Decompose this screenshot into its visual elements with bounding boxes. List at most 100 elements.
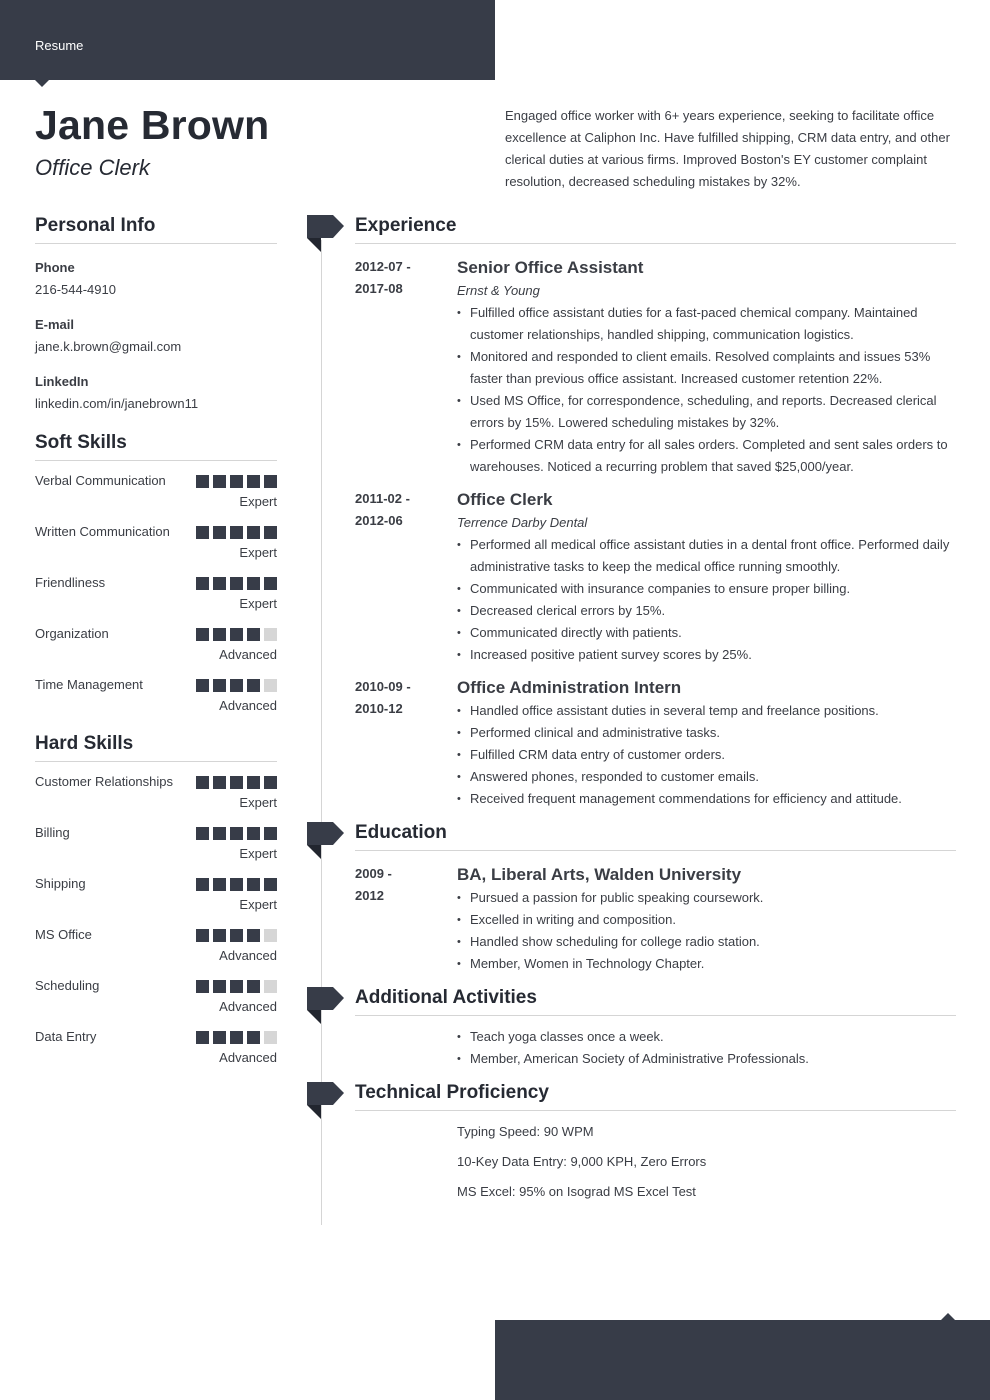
date-end: 2012-06 [355,513,403,528]
rating-square-filled-icon [264,878,277,891]
rating-square-filled-icon [196,1031,209,1044]
skill-rating [196,878,277,891]
skill-rating [196,628,277,641]
rating-square-filled-icon [247,628,260,641]
skill-level: Expert [239,494,277,509]
experience-section: Experience 2012-07 - 2017-08 Senior Office… [355,215,956,810]
rating-square-filled-icon [196,827,209,840]
bullet-item: Monitored and responded to client emails… [457,346,956,390]
education-entry: 2009 - 2012 BA, Liberal Arts, Walden Unive… [355,863,956,975]
skill-rating [196,679,277,692]
skill-name: Written Communication [35,524,170,539]
skill-item: Billing Expert [35,822,277,864]
info-label: E-mail [35,317,75,332]
education-section: Education 2009 - 2012 BA, Liberal Arts, Wa… [355,822,956,975]
header-bar: Resume [0,0,495,87]
education-bullets: Pursued a passion for public speaking co… [457,887,956,975]
profile-summary: Engaged office worker with 6+ years expe… [505,108,950,189]
rating-square-filled-icon [247,878,260,891]
activity-item: Teach yoga classes once a week. [457,1026,956,1048]
hard-skills-list: Customer Relationships Expert Billing Exper… [35,771,277,1068]
candidate-title: Office Clerk [35,155,150,180]
bullet-item: Excelled in writing and composition. [457,909,956,931]
education-title: Education [355,822,956,851]
rating-square-filled-icon [247,679,260,692]
rating-square-filled-icon [264,526,277,539]
rating-square-filled-icon [264,827,277,840]
experience-entry: 2012-07 - 2017-08 Senior Office Assistant E… [355,256,956,478]
rating-square-filled-icon [264,577,277,590]
bullet-item: Communicated with insurance companies to… [457,578,956,600]
skill-item: Data Entry Advanced [35,1026,277,1068]
experience-entry: 2011-02 - 2012-06 Office Clerk Terrence Dar… [355,488,956,666]
bullet-item: Handled show scheduling for college radi… [457,931,956,953]
section-flag-icon [307,215,344,252]
skill-item: Organization Advanced [35,623,277,665]
skill-name: Time Management [35,677,143,692]
linkedin-value: linkedin.com/in/janebrown11 [35,396,199,411]
rating-square-filled-icon [213,577,226,590]
rating-square-filled-icon [213,878,226,891]
responsibilities-list: Fulfilled office assistant duties for a … [457,302,956,478]
bullet-item: Answered phones, responded to customer e… [457,766,956,788]
entry-date: 2009 - 2012 [355,863,445,907]
entry-date: 2010-09 - 2010-12 [355,676,445,720]
responsibilities-list: Performed all medical office assistant d… [457,534,956,666]
rating-square-filled-icon [213,827,226,840]
email-value: jane.k.brown@gmail.com [35,339,182,354]
activities-entry: Teach yoga classes once a week.Member, A… [355,1026,956,1070]
info-label: LinkedIn [35,374,89,389]
rating-square-filled-icon [196,980,209,993]
section-flag-icon [307,822,344,859]
technical-list: Typing Speed: 90 WPM 10-Key Data Entry: 9… [355,1121,956,1203]
left-column: Personal Info Phone 216-544-4910 E-mail … [35,215,277,1068]
soft-skills-section: Soft Skills Verbal Communication Expert Wr… [35,432,277,716]
rating-square-filled-icon [230,679,243,692]
rating-square-empty-icon [264,929,277,942]
skill-level: Advanced [219,948,277,963]
rating-square-filled-icon [230,1031,243,1044]
rating-square-filled-icon [230,475,243,488]
skill-name: Customer Relationships [35,774,174,789]
entry-date: 2012-07 - 2017-08 [355,256,445,300]
phone-value: 216-544-4910 [35,282,116,297]
bullet-item: Fulfilled office assistant duties for a … [457,302,956,346]
rating-square-filled-icon [213,526,226,539]
rating-square-filled-icon [247,475,260,488]
rating-square-filled-icon [264,776,277,789]
skill-level: Expert [239,545,277,560]
date-start: 2010-09 - [355,679,411,694]
rating-square-filled-icon [230,776,243,789]
skill-level: Expert [239,897,277,912]
skill-level: Advanced [219,1050,277,1065]
activity-item: Member, American Society of Administrati… [457,1048,956,1070]
skill-level: Advanced [219,647,277,662]
rating-square-filled-icon [196,526,209,539]
skill-rating [196,475,277,488]
degree: BA, Liberal Arts, Walden University [457,865,742,884]
rating-square-filled-icon [213,475,226,488]
rating-square-filled-icon [213,929,226,942]
rating-square-filled-icon [213,776,226,789]
rating-square-empty-icon [264,628,277,641]
technical-item: Typing Speed: 90 WPM [457,1124,594,1139]
job-role: Office Administration Intern [457,678,682,697]
skill-name: MS Office [35,927,92,942]
personal-info-item-email: E-mail jane.k.brown@gmail.com [35,314,277,358]
rating-square-filled-icon [247,577,260,590]
skill-level: Advanced [219,999,277,1014]
entry-date: 2011-02 - 2012-06 [355,488,445,532]
rating-square-empty-icon [264,1031,277,1044]
skill-level: Advanced [219,698,277,713]
footer-notch [941,1313,955,1320]
right-column: Experience 2012-07 - 2017-08 Senior Office… [355,215,956,1211]
personal-info-section: Personal Info Phone 216-544-4910 E-mail … [35,215,277,415]
rating-square-filled-icon [213,980,226,993]
date-end: 2012 [355,888,384,903]
rating-square-filled-icon [196,475,209,488]
skill-item: Friendliness Expert [35,572,277,614]
rating-square-filled-icon [230,878,243,891]
skill-name: Shipping [35,876,86,891]
education-list: 2009 - 2012 BA, Liberal Arts, Walden Unive… [355,863,956,975]
bullet-item: Performed CRM data entry for all sales o… [457,434,956,478]
